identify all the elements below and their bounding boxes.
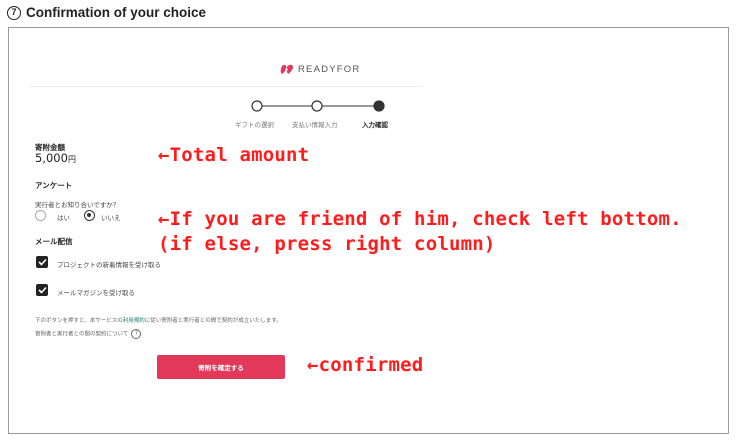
- step-3-circle: [373, 100, 385, 112]
- survey-question: 実行者とお知り合いですか？: [35, 201, 120, 209]
- contract-note: 寄附者と実行者との間の契約について?: [35, 329, 142, 339]
- annotation-friend-line2: (if else, press right column): [158, 233, 496, 255]
- checkbox-newsletter[interactable]: [36, 284, 48, 296]
- amount-unit: 円: [67, 155, 76, 164]
- section-title: Confirmation of your choice: [26, 5, 207, 20]
- step-number-badge: 7: [7, 5, 21, 20]
- radio-yes-label[interactable]: はい: [57, 212, 70, 222]
- step-2-circle: [311, 100, 323, 112]
- step-label-gift: ギフトの選択: [235, 121, 274, 129]
- confirm-donation-button[interactable]: 寄附を確定する: [157, 355, 285, 379]
- annotation-confirmed: ←confirmed: [307, 354, 424, 376]
- logo-text: READYFOR: [298, 64, 361, 75]
- terms-note-pre: 下のボタンを押すと、本サービスの: [35, 318, 123, 324]
- contract-note-text[interactable]: 寄附者と実行者との間の契約について: [35, 332, 128, 338]
- terms-note: 下のボタンを押すと、本サービスの利用規約に従い寄附者と実行者との間で契約が成立い…: [35, 316, 282, 324]
- readyfor-logo-mark-icon: [280, 64, 293, 74]
- readyfor-logo[interactable]: READYFOR: [280, 64, 360, 75]
- step-label-payment: 支払い情報入力: [292, 121, 338, 129]
- step-label-confirm: 入力確認: [362, 121, 388, 129]
- checkbox-project-news[interactable]: [36, 256, 48, 268]
- check-icon: [37, 286, 47, 294]
- help-icon[interactable]: ?: [131, 329, 142, 339]
- progress-stepper: [251, 100, 385, 112]
- donation-amount-value: 5,000円: [35, 151, 76, 165]
- check-icon: [37, 258, 47, 266]
- radio-no[interactable]: [84, 210, 95, 221]
- annotation-friend-line1: ←If you are friend of him, check left bo…: [158, 208, 682, 230]
- radio-yes[interactable]: [35, 210, 46, 221]
- radio-no-label[interactable]: いいえ: [101, 212, 121, 222]
- header-divider: [30, 86, 423, 87]
- terms-link[interactable]: 利用規約: [123, 318, 145, 324]
- survey-heading: アンケート: [35, 181, 73, 190]
- mail-delivery-heading: メール配信: [35, 237, 73, 246]
- section-heading: 7 Confirmation of your choice: [7, 5, 206, 20]
- checkbox-project-news-label[interactable]: プロジェクトの新着情報を受け取る: [57, 259, 161, 269]
- checkbox-newsletter-label[interactable]: メールマガジンを受け取る: [57, 287, 135, 297]
- amount-number: 5,000: [35, 151, 68, 165]
- terms-note-post: に従い寄附者と実行者との間で契約が成立いたします。: [144, 318, 282, 324]
- annotation-total: ←Total amount: [158, 144, 310, 166]
- step-1-circle: [251, 100, 263, 112]
